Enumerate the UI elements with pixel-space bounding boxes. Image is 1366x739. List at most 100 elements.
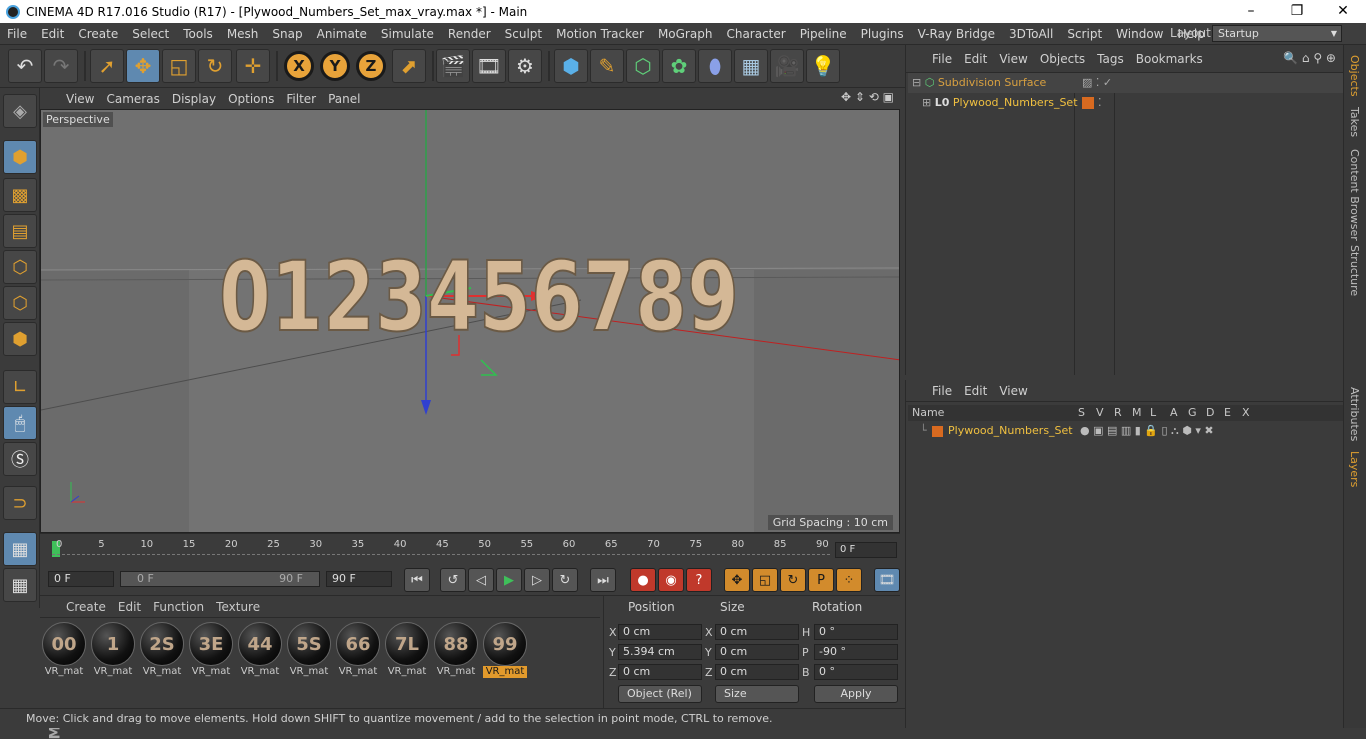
size-z-field[interactable]: 0 cm [715, 664, 799, 680]
size-mode-select[interactable]: Size [715, 685, 799, 703]
key-position-icon[interactable]: ✥ [724, 568, 750, 592]
material-item[interactable]: 44 VR_mat [238, 622, 282, 677]
menu-file[interactable]: File [0, 27, 34, 41]
pen-spline-icon[interactable]: ✎ [590, 49, 624, 83]
render-picture-icon[interactable]: 🎞 [472, 49, 506, 83]
tab-objects[interactable]: Objects [1348, 55, 1361, 97]
rotation-p-field[interactable]: -90 ° [814, 644, 898, 660]
go-to-start-icon[interactable]: ⏮ [404, 568, 430, 592]
menu-edit[interactable]: Edit [34, 27, 71, 41]
object-row-subdivision[interactable]: ⊟ ⬡ Subdivision Surface ▨ ⁚ ✓ [908, 73, 1344, 93]
coordinate-mode-select[interactable]: Object (Rel) [618, 685, 702, 703]
snap-magnet-icon[interactable]: ⊃ [3, 486, 37, 520]
select-cursor-icon[interactable]: ➚ [90, 49, 124, 83]
key-parameter-icon[interactable]: P [808, 568, 834, 592]
viewport-menu-cameras[interactable]: Cameras [100, 92, 165, 106]
viewport-menu-panel[interactable]: Panel [322, 92, 366, 106]
menu-vray-bridge[interactable]: V-Ray Bridge [911, 27, 1002, 41]
tree-expand-icon[interactable]: ⊞ [922, 96, 931, 109]
points-mode-icon[interactable]: ⬡ [3, 250, 37, 284]
coordinate-system-icon[interactable]: ⬈ [392, 49, 426, 83]
layer-color-tag[interactable] [1082, 97, 1094, 109]
next-frame-icon[interactable]: ▷ [524, 568, 550, 592]
camera-icon[interactable]: 🎥 [770, 49, 804, 83]
key-rotation-icon[interactable]: ↻ [780, 568, 806, 592]
material-item[interactable]: 99 VR_mat [483, 622, 527, 678]
grid-snap-icon[interactable]: ▦ [3, 532, 37, 566]
menu-3dtoall[interactable]: 3DToAll [1002, 27, 1060, 41]
tree-collapse-icon[interactable]: ⊟ [912, 76, 921, 89]
y-axis-icon[interactable]: Y [320, 51, 350, 81]
menu-mograph[interactable]: MoGraph [651, 27, 720, 41]
layer-color-swatch[interactable] [932, 426, 943, 437]
minimize-button[interactable]: – [1228, 0, 1274, 23]
object-name[interactable]: Subdivision Surface [938, 76, 1046, 89]
z-axis-icon[interactable]: Z [356, 51, 386, 81]
material-menu-create[interactable]: Create [60, 600, 112, 614]
objmgr-search-home-icons[interactable]: 🔍 ⌂ ⚲ ⊕ [1283, 51, 1336, 65]
material-item[interactable]: 5S VR_mat [287, 622, 331, 677]
move-icon[interactable]: ✥ [126, 49, 160, 83]
axis-mode-icon[interactable]: ∟ [3, 370, 37, 404]
scale-icon[interactable]: ◱ [162, 49, 196, 83]
3d-viewport[interactable]: 0123456789 Perspective Grid Spacing : 10… [40, 109, 900, 533]
tweak-mouse-icon[interactable]: 🖱 [3, 406, 37, 440]
viewport-menu-display[interactable]: Display [166, 92, 222, 106]
play-icon[interactable]: ▶ [496, 568, 522, 592]
light-icon[interactable]: 💡 [806, 49, 840, 83]
redo-icon[interactable]: ↷ [44, 49, 78, 83]
size-y-field[interactable]: 0 cm [715, 644, 799, 660]
layer-name[interactable]: Plywood_Numbers_Set [948, 422, 1073, 440]
workplane-icon[interactable]: ▤ [3, 214, 37, 248]
rotate-icon[interactable]: ↻ [198, 49, 232, 83]
key-pla-icon[interactable]: ⁘ [836, 568, 862, 592]
tab-takes[interactable]: Takes [1348, 107, 1361, 137]
menu-simulate[interactable]: Simulate [374, 27, 441, 41]
rotation-b-field[interactable]: 0 ° [814, 664, 898, 680]
position-x-field[interactable]: 0 cm [618, 624, 702, 640]
key-scale-icon[interactable]: ◱ [752, 568, 778, 592]
start-frame-field[interactable]: 0 F [48, 571, 114, 587]
objmgr-menu-file[interactable]: File [926, 52, 958, 66]
undo-icon[interactable]: ↶ [8, 49, 42, 83]
material-menu-texture[interactable]: Texture [210, 600, 266, 614]
layout-select[interactable]: Startup [1212, 25, 1342, 42]
objmgr-menu-tags[interactable]: Tags [1091, 52, 1130, 66]
viewport-menu-options[interactable]: Options [222, 92, 280, 106]
solo-icon[interactable]: Ⓢ [3, 442, 37, 476]
material-item[interactable]: 00 VR_mat [42, 622, 86, 677]
menu-snap[interactable]: Snap [265, 27, 309, 41]
menu-script[interactable]: Script [1060, 27, 1109, 41]
tab-structure[interactable]: Structure [1348, 245, 1361, 296]
current-frame-field[interactable]: 0 F [835, 542, 897, 558]
cloner-icon[interactable]: ✿ [662, 49, 696, 83]
tab-content-browser[interactable]: Content Browser [1348, 149, 1361, 241]
layer-toggle-icons[interactable]: ● ▣ ▤ ▥ ▮ 🔒 ▯ ⛬ ⬢ ▾ ✖ [1080, 422, 1214, 440]
menu-plugins[interactable]: Plugins [854, 27, 911, 41]
edges-mode-icon[interactable]: ⬡ [3, 286, 37, 320]
next-key-icon[interactable]: ↻ [552, 568, 578, 592]
visibility-dots-icon[interactable]: ⁚ [1098, 93, 1102, 113]
timeline-window-icon[interactable]: 🎞 [874, 568, 900, 592]
menu-select[interactable]: Select [125, 27, 176, 41]
make-editable-icon[interactable]: ◈ [3, 94, 37, 128]
tab-attributes[interactable]: Attributes [1348, 387, 1361, 441]
x-axis-icon[interactable]: X [284, 51, 314, 81]
material-item[interactable]: 3E VR_mat [189, 622, 233, 677]
menu-mesh[interactable]: Mesh [220, 27, 266, 41]
viewport-camera-label[interactable]: Perspective [43, 112, 113, 127]
go-to-end-icon[interactable]: ⏭ [590, 568, 616, 592]
texture-mode-icon[interactable]: ▩ [3, 178, 37, 212]
object-row-plywood[interactable]: ⊞ L0 Plywood_Numbers_Set ⁚ [908, 93, 1344, 113]
size-x-field[interactable]: 0 cm [715, 624, 799, 640]
object-name[interactable]: Plywood_Numbers_Set [953, 96, 1078, 109]
material-item[interactable]: 88 VR_mat [434, 622, 478, 677]
floor-icon[interactable]: ▦ [734, 49, 768, 83]
polygons-mode-icon[interactable]: ⬢ [3, 322, 37, 356]
objmgr-menu-bookmarks[interactable]: Bookmarks [1130, 52, 1209, 66]
rotation-h-field[interactable]: 0 ° [814, 624, 898, 640]
close-button[interactable]: ✕ [1320, 0, 1366, 23]
objmgr-menu-view[interactable]: View [993, 52, 1033, 66]
tab-layers[interactable]: Layers [1348, 451, 1361, 487]
material-menu-function[interactable]: Function [147, 600, 210, 614]
